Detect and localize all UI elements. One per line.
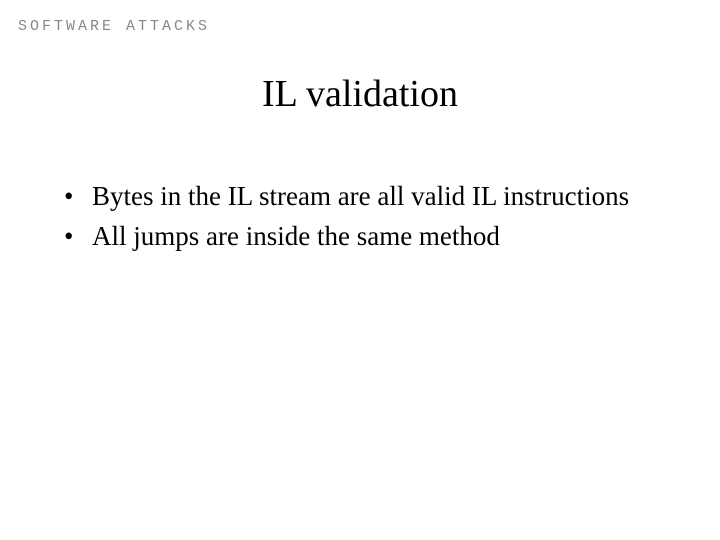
slide-content: Bytes in the IL stream are all valid IL …	[58, 178, 662, 259]
slide-title: IL validation	[0, 72, 720, 116]
bullet-list: Bytes in the IL stream are all valid IL …	[58, 178, 662, 255]
header-category-label: Software attacks	[18, 18, 210, 35]
bullet-item: All jumps are inside the same method	[58, 218, 662, 254]
bullet-item: Bytes in the IL stream are all valid IL …	[58, 178, 662, 214]
